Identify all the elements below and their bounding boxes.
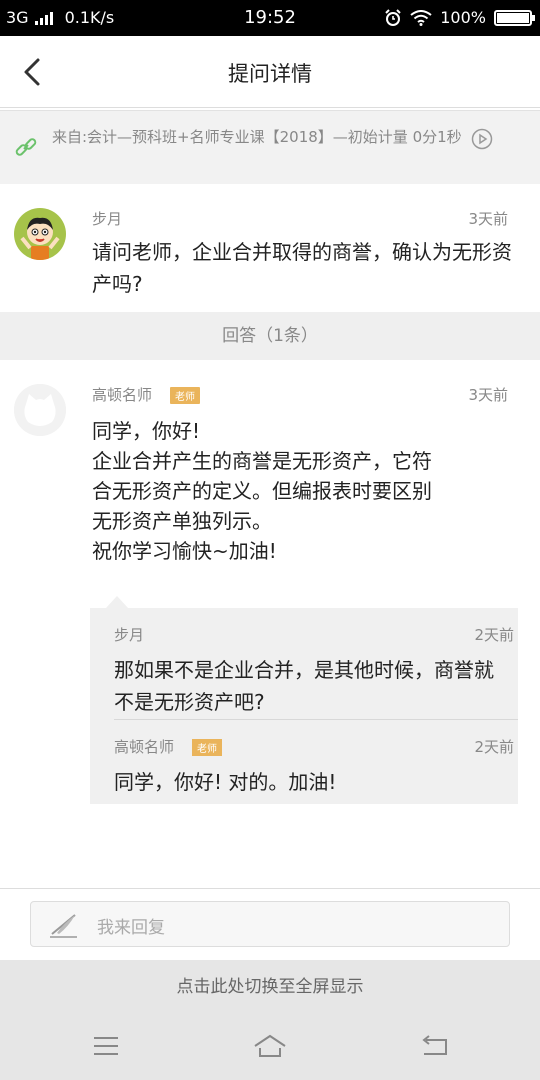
teacher-badge: 老师	[192, 739, 222, 756]
reply-author: 高顿名师	[114, 738, 175, 756]
alarm-icon	[385, 8, 401, 26]
link-icon	[15, 138, 37, 156]
status-right: 100%	[384, 8, 535, 27]
default-avatar-icon	[14, 384, 66, 436]
reply-placeholder: 我来回复	[97, 918, 165, 938]
answer-author: 高顿名师	[92, 386, 153, 404]
answer-time: 3天前	[468, 386, 508, 404]
reply-time: 2天前	[474, 738, 514, 756]
system-nav-bar	[0, 1014, 540, 1080]
battery-icon	[494, 9, 535, 26]
reply-input[interactable]: 我来回复	[30, 901, 510, 947]
home-icon[interactable]	[252, 1032, 288, 1060]
return-icon[interactable]	[420, 1034, 450, 1058]
avatar-image	[14, 208, 66, 260]
reply-divider	[114, 719, 518, 720]
avatar[interactable]	[14, 384, 66, 436]
page-title: 提问详情	[228, 62, 312, 86]
answer-line: 同学，你好!	[92, 419, 201, 443]
reply-author: 步月	[114, 626, 145, 644]
source-text: 来自:会计—预科班+名师专业课【2018】—初始计量 0分1秒	[52, 128, 462, 146]
menu-icon[interactable]	[92, 1034, 120, 1058]
reply-text: 那如果不是企业合并，是其他时候，商誉就不是无形资产吧?	[114, 658, 494, 714]
battery-percent: 100%	[440, 8, 486, 27]
teacher-badge: 老师	[170, 387, 200, 404]
answer-line: 祝你学习愉快~加油!	[92, 539, 277, 563]
answer-line: 企业合并产生的商誉是无形资产，它符	[92, 449, 432, 473]
play-circle-icon[interactable]	[471, 128, 493, 150]
wifi-icon	[410, 9, 432, 26]
reply-time: 2天前	[474, 626, 514, 644]
question-text: 请问老师，企业合并取得的商誉，确认为无形资产吗?	[92, 240, 512, 296]
fullscreen-toggle[interactable]: 点击此处切换至全屏显示	[0, 960, 540, 1014]
question-card: 步月 3天前 请问老师，企业合并取得的商誉，确认为无形资产吗?	[0, 184, 540, 312]
status-bar: 3G 0.1K/s 19:52 100%	[0, 0, 540, 36]
answer-line: 合无形资产的定义。但编报表时要区别	[92, 479, 432, 503]
pen-icon	[50, 914, 77, 938]
reply-input-bar: 我来回复	[0, 888, 540, 960]
answer-line: 无形资产单独列示。	[92, 509, 272, 533]
question-time: 3天前	[468, 210, 508, 228]
reply-text: 同学，你好! 对的。加油!	[114, 770, 337, 794]
reply-thread: 步月 2天前 那如果不是企业合并，是其他时候，商誉就不是无形资产吧? 高顿名师 …	[90, 596, 518, 804]
question-author: 步月	[92, 210, 123, 228]
answer-card: 高顿名师 老师 3天前 同学，你好! 企业合并产生的商誉是无形资产，它符 合无形…	[0, 360, 540, 888]
avatar[interactable]	[14, 208, 66, 260]
source-banner[interactable]: 来自:会计—预科班+名师专业课【2018】—初始计量 0分1秒	[0, 110, 540, 184]
answer-text: 同学，你好! 企业合并产生的商誉是无形资产，它符 合无形资产的定义。但编报表时要…	[92, 416, 512, 566]
header: 提问详情	[0, 36, 540, 108]
answers-count-header: 回答（1条）	[0, 312, 540, 360]
